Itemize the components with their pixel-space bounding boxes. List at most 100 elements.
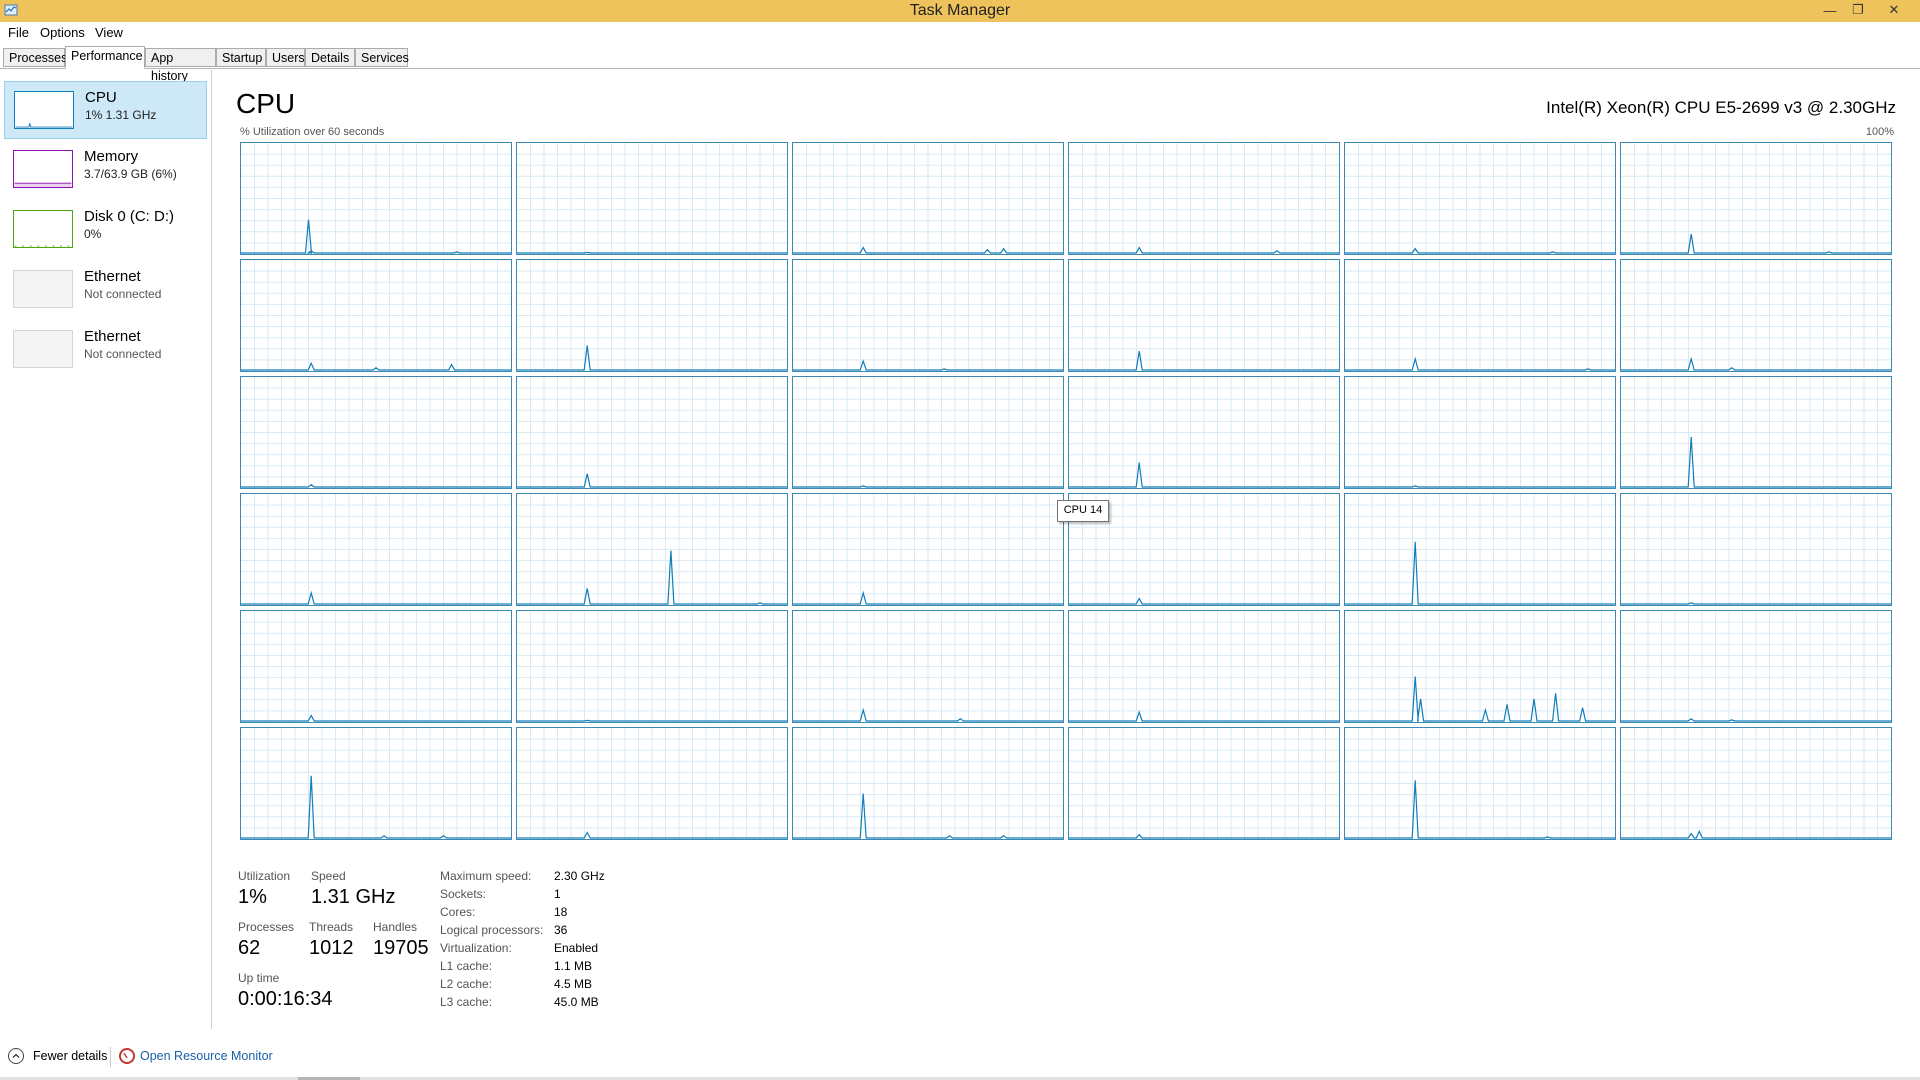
- memory-thumbnail-graph: [13, 150, 73, 188]
- cpu-core-graph[interactable]: [516, 376, 788, 489]
- spec-label: L3 cache:: [440, 995, 493, 1009]
- spec-label: L1 cache:: [440, 959, 493, 973]
- tab-processes[interactable]: Processes: [3, 48, 67, 67]
- cpu-core-graph[interactable]: [240, 610, 512, 723]
- cpu-core-graph[interactable]: [240, 142, 512, 255]
- page-title: CPU: [236, 88, 296, 119]
- spec-label: Cores:: [440, 905, 476, 919]
- sidebar-ethernet-sub: Not connected: [84, 287, 162, 301]
- sidebar-item-ethernet-2[interactable]: Ethernet Not connected: [4, 321, 207, 379]
- window-title: Task Manager: [909, 2, 1011, 19]
- utilization-label: Utilization: [238, 869, 291, 883]
- cpu-core-graph[interactable]: [240, 376, 512, 489]
- handles-label: Handles: [373, 920, 418, 934]
- core-usage-line: [517, 251, 787, 254]
- cpu-core-graph[interactable]: [792, 727, 1064, 840]
- sidebar-disk-name: Disk 0 (C: D:): [84, 208, 174, 225]
- close-button[interactable]: ✕: [1872, 0, 1916, 20]
- open-resource-monitor-link[interactable]: Open Resource Monitor: [140, 1049, 273, 1063]
- cpu-core-graph[interactable]: [1344, 493, 1616, 606]
- core-tooltip: CPU 14: [1057, 500, 1109, 522]
- spec-label: Maximum speed:: [440, 869, 532, 883]
- tab-performance[interactable]: Performance: [65, 46, 145, 69]
- utilization-value: 1%: [238, 886, 267, 908]
- chevron-up-icon[interactable]: [8, 1048, 24, 1064]
- sidebar-cpu-name: CPU: [85, 89, 117, 106]
- cpu-core-graph[interactable]: [1620, 493, 1892, 606]
- sidebar-item-cpu[interactable]: CPU 1% 1.31 GHz: [4, 81, 207, 139]
- spec-value: Enabled: [554, 941, 599, 955]
- menu-options[interactable]: Options: [40, 25, 85, 40]
- sidebar-item-disk[interactable]: Disk 0 (C: D:) 0%: [4, 201, 207, 259]
- cpu-core-graph[interactable]: [516, 142, 788, 255]
- ethernet-thumbnail-graph: [13, 270, 73, 308]
- cpu-model-name: Intel(R) Xeon(R) CPU E5-2699 v3 @ 2.30GH…: [1546, 98, 1896, 117]
- cpu-core-graph[interactable]: [792, 142, 1064, 255]
- cpu-core-graph[interactable]: [1068, 259, 1340, 372]
- spec-value: 36: [554, 923, 568, 937]
- cpu-core-graph[interactable]: [1344, 376, 1616, 489]
- sidebar-item-memory[interactable]: Memory 3.7/63.9 GB (6%): [4, 141, 207, 199]
- resource-monitor-icon[interactable]: [119, 1048, 135, 1064]
- cpu-core-graph[interactable]: [792, 376, 1064, 489]
- cpu-core-graph[interactable]: [1620, 376, 1892, 489]
- cpu-core-graph[interactable]: [792, 610, 1064, 723]
- cpu-core-graph[interactable]: [1620, 259, 1892, 372]
- cpu-core-graph[interactable]: [1344, 259, 1616, 372]
- speed-value: 1.31 GHz: [311, 886, 396, 908]
- utilization-graph-label: % Utilization over 60 seconds: [240, 126, 385, 138]
- ethernet-thumbnail-graph: [13, 330, 73, 368]
- cpu-core-graph[interactable]: [516, 493, 788, 606]
- cpu-core-graph[interactable]: [240, 493, 512, 606]
- cpu-core-graph[interactable]: [240, 259, 512, 372]
- cpu-core-graph[interactable]: [1620, 727, 1892, 840]
- fewer-details-button[interactable]: Fewer details: [33, 1049, 107, 1063]
- menu-file[interactable]: File: [8, 25, 29, 40]
- resource-sidebar: CPU 1% 1.31 GHz Memory 3.7/63.9 GB (6%) …: [0, 70, 212, 1029]
- menu-view[interactable]: View: [95, 25, 123, 40]
- spec-value: 18: [554, 905, 568, 919]
- tab-details[interactable]: Details: [305, 48, 355, 67]
- sidebar-ethernet-name: Ethernet: [84, 268, 141, 285]
- threads-label: Threads: [309, 920, 354, 934]
- handles-value: 19705: [373, 937, 429, 959]
- cpu-core-graph[interactable]: [1068, 142, 1340, 255]
- tab-strip: Processes Performance App history Startu…: [0, 46, 1920, 83]
- sidebar-memory-sub: 3.7/63.9 GB (6%): [84, 167, 177, 181]
- cpu-core-graph[interactable]: [792, 493, 1064, 606]
- spec-label: Sockets:: [440, 887, 487, 901]
- cpu-core-graph[interactable]: [1068, 610, 1340, 723]
- sidebar-item-ethernet-1[interactable]: Ethernet Not connected: [4, 261, 207, 319]
- cpu-core-graph[interactable]: [1620, 142, 1892, 255]
- sidebar-disk-sub: 0%: [84, 227, 102, 241]
- sidebar-cpu-sub: 1% 1.31 GHz: [85, 108, 157, 122]
- sidebar-ethernet-name: Ethernet: [84, 328, 141, 345]
- cpu-thumbnail-graph: [14, 91, 74, 129]
- cpu-core-graph[interactable]: [1344, 727, 1616, 840]
- spec-value: 45.0 MB: [554, 995, 599, 1009]
- tab-startup[interactable]: Startup: [216, 48, 266, 67]
- cpu-core-graph[interactable]: [516, 610, 788, 723]
- tab-services[interactable]: Services: [355, 48, 409, 67]
- restore-button[interactable]: ❐: [1844, 0, 1872, 20]
- tab-users[interactable]: Users: [266, 48, 305, 67]
- cpu-core-graph[interactable]: [1344, 610, 1616, 723]
- cpu-core-graph[interactable]: [1068, 727, 1340, 840]
- cpu-core-graph[interactable]: [516, 727, 788, 840]
- cpu-core-graph[interactable]: [1068, 376, 1340, 489]
- spec-label: Virtualization:: [440, 941, 512, 955]
- cpu-core-graph[interactable]: [516, 259, 788, 372]
- graph-max-label: 100%: [1865, 126, 1894, 138]
- minimize-button[interactable]: —: [1816, 0, 1844, 20]
- cpu-core-graph[interactable]: [1344, 142, 1616, 255]
- cpu-core-graph[interactable]: [240, 727, 512, 840]
- uptime-value: 0:00:16:34: [238, 988, 333, 1010]
- cpu-core-graph[interactable]: [1620, 610, 1892, 723]
- tab-app-history[interactable]: App history: [145, 48, 216, 83]
- processes-value: 62: [238, 937, 261, 959]
- sidebar-memory-name: Memory: [84, 148, 139, 165]
- processes-label: Processes: [238, 920, 295, 934]
- cpu-core-graph[interactable]: [792, 259, 1064, 372]
- disk-thumbnail-graph: [13, 210, 73, 248]
- spec-value: 1.1 MB: [554, 959, 593, 973]
